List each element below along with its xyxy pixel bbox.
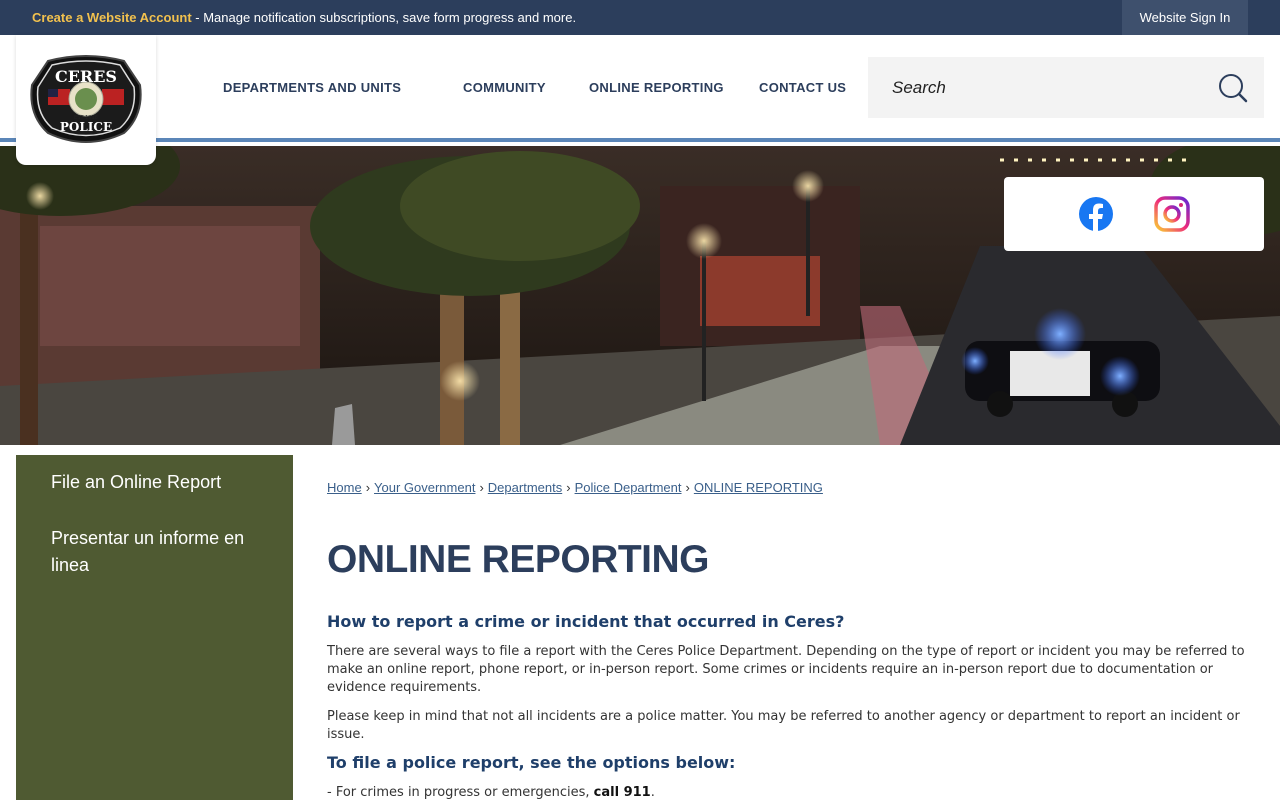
intro-paragraph: There are several ways to file a report … bbox=[327, 644, 1245, 695]
website-sign-in-button[interactable]: Website Sign In bbox=[1122, 0, 1248, 35]
nav-community[interactable]: COMMUNITY bbox=[463, 80, 546, 95]
search-box bbox=[868, 57, 1264, 118]
breadcrumb-online-reporting[interactable]: ONLINE REPORTING bbox=[694, 480, 823, 495]
logo-text-bottom: POLICE bbox=[60, 120, 112, 134]
logo-text-top: CERES bbox=[55, 67, 117, 86]
page-title: ONLINE REPORTING bbox=[327, 538, 710, 581]
breadcrumb-your-government[interactable]: Your Government bbox=[374, 480, 475, 495]
section-heading-file-report: To file a police report, see the options… bbox=[327, 753, 736, 772]
breadcrumb: Home › Your Government › Departments › Police … bbox=[327, 480, 823, 495]
nav-online-reporting[interactable]: ONLINE REPORTING bbox=[589, 80, 724, 95]
emergency-bullet-prefix: - For crimes in progress or emergencies, bbox=[327, 785, 594, 800]
account-banner-message: - Manage notification subscriptions, sav… bbox=[191, 10, 577, 25]
call-911-text: call 911 bbox=[593, 785, 651, 800]
referral-paragraph: Please keep in mind that not all inciden… bbox=[327, 709, 1240, 742]
section-heading-how-to-report: How to report a crime or incident that o… bbox=[327, 612, 845, 631]
account-banner: Create a Website Account - Manage notifi… bbox=[32, 10, 576, 25]
search-icon[interactable] bbox=[1218, 73, 1248, 103]
instagram-icon[interactable] bbox=[1154, 196, 1190, 232]
police-logo[interactable]: CERES POLICE EST 1918 bbox=[16, 35, 156, 165]
social-media-card bbox=[1004, 177, 1264, 251]
breadcrumb-departments[interactable]: Departments bbox=[488, 480, 562, 495]
search-input[interactable] bbox=[868, 57, 1208, 118]
breadcrumb-separator: › bbox=[365, 480, 371, 495]
create-account-link[interactable]: Create a Website Account bbox=[32, 10, 192, 25]
breadcrumb-separator: › bbox=[479, 480, 484, 495]
emergency-bullet: - For crimes in progress or emergencies,… bbox=[327, 784, 1247, 800]
sidebar-nav: File an Online Report Presentar un infor… bbox=[16, 455, 293, 800]
top-utility-bar: Create a Website Account - Manage notifi… bbox=[0, 0, 1280, 35]
breadcrumb-separator: › bbox=[685, 480, 690, 495]
facebook-icon[interactable] bbox=[1078, 196, 1114, 232]
emergency-bullet-suffix: . bbox=[650, 785, 655, 800]
breadcrumb-separator: › bbox=[566, 480, 571, 495]
nav-contact-us[interactable]: CONTACT US bbox=[759, 80, 846, 95]
sidebar-item-file-online-report[interactable]: File an Online Report bbox=[51, 469, 261, 496]
logo-est: EST 1918 bbox=[74, 115, 98, 121]
breadcrumb-police-department[interactable]: Police Department bbox=[575, 480, 682, 495]
breadcrumb-home[interactable]: Home bbox=[327, 480, 362, 495]
police-badge-icon: CERES POLICE EST 1918 bbox=[30, 55, 142, 143]
sidebar-item-presentar-informe[interactable]: Presentar un informe en linea bbox=[51, 525, 261, 579]
nav-departments-and-units[interactable]: DEPARTMENTS AND UNITS bbox=[223, 80, 401, 95]
